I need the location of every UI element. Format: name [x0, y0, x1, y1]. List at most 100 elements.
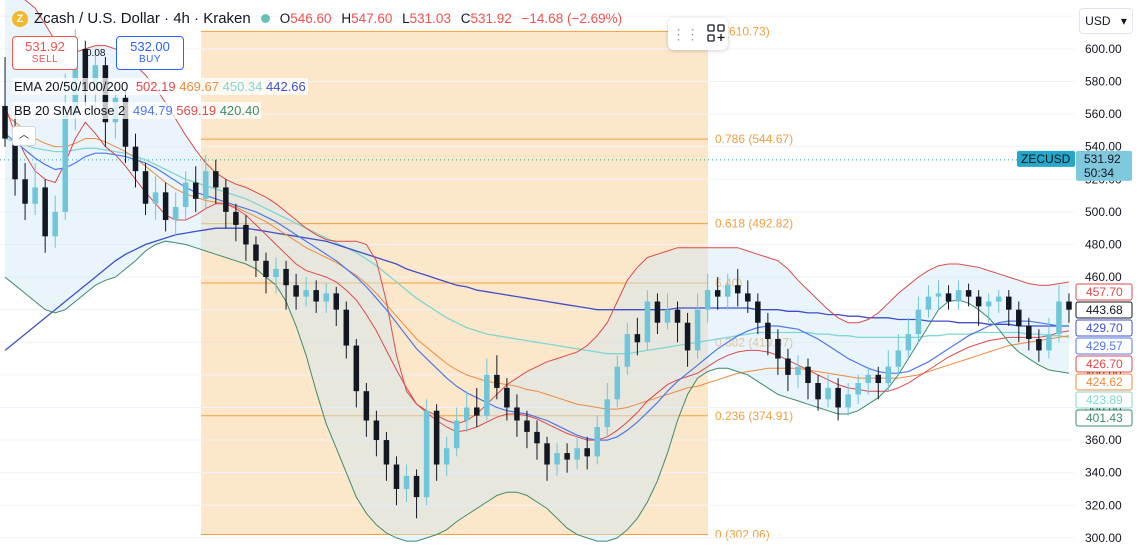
candle-body — [433, 410, 440, 465]
candle-body — [514, 407, 520, 421]
candle-body — [203, 171, 209, 199]
candle-body — [654, 301, 661, 323]
candle-body — [213, 171, 219, 188]
candle-body — [644, 301, 651, 343]
candle-body — [544, 443, 550, 465]
candle-body — [855, 383, 861, 395]
market-status-icon[interactable] — [260, 14, 270, 23]
candle-body — [664, 309, 671, 323]
candle-body — [534, 431, 540, 444]
candle-body — [684, 322, 691, 351]
price-tag-label: 424.62 — [1086, 375, 1123, 389]
price-tick-label: 360.00 — [1085, 433, 1122, 447]
change-readout: −14.68 (−2.69%) — [521, 11, 623, 26]
price-tick-label: 600.00 — [1085, 42, 1122, 56]
candle-body — [413, 475, 420, 498]
candle-body — [564, 453, 570, 460]
price-tag-label: 457.70 — [1086, 285, 1123, 299]
candle-body — [253, 244, 259, 261]
candle-body — [32, 187, 38, 204]
collapse-legend-button[interactable]: ︿ — [12, 126, 36, 146]
chevron-down-icon: ▾ — [1120, 14, 1127, 28]
candle-body — [674, 309, 681, 323]
floating-toolbar[interactable]: ⋮⋮ — [668, 18, 728, 50]
candle-body — [182, 182, 189, 207]
candle-body — [423, 410, 430, 498]
candle-body — [724, 285, 731, 297]
candle-body — [1036, 339, 1042, 351]
candle-body — [524, 420, 530, 432]
candle-body — [925, 296, 932, 310]
candle-body — [995, 296, 1002, 302]
candle-body — [22, 179, 28, 204]
candle-body — [152, 192, 159, 204]
candle-body — [293, 285, 299, 297]
price-tag-label: 429.70 — [1086, 321, 1123, 335]
candle-body — [815, 383, 821, 400]
price-tag-label: 426.70 — [1086, 357, 1123, 371]
candle-body — [233, 211, 239, 225]
candle-body — [634, 334, 641, 343]
candle-body — [323, 293, 329, 302]
countdown-label: 50:34 — [1084, 166, 1114, 180]
candle-body — [443, 448, 450, 465]
candle-body — [714, 290, 721, 297]
sell-button[interactable]: 531.92 SELL — [12, 36, 78, 70]
candle-body — [1056, 301, 1062, 335]
candle-body — [775, 339, 781, 359]
candle-body — [192, 182, 199, 199]
currency-select[interactable]: USD ▾ — [1079, 8, 1133, 34]
candle-body — [313, 290, 319, 302]
candle-body — [453, 420, 460, 449]
fib-level-label: 0.236 (374.91) — [715, 409, 793, 423]
candle-body — [1046, 334, 1052, 351]
candle-body — [1026, 325, 1032, 340]
bb-legend[interactable]: BB 20 SMA close 2 494.79 569.19 420.40 — [12, 102, 262, 119]
candle-body — [343, 309, 350, 346]
price-tick-label: 500.00 — [1085, 205, 1122, 219]
candle-body — [885, 366, 892, 384]
candle-body — [1066, 301, 1072, 310]
symbol-title[interactable]: Zcash / U.S. Dollar · 4h · Kraken — [34, 10, 251, 27]
candle-body — [765, 322, 771, 340]
zcash-logo-icon: Z — [12, 10, 28, 27]
candle-body — [463, 407, 470, 421]
candle-body — [42, 187, 48, 237]
candle-body — [825, 387, 831, 400]
candle-body — [283, 268, 289, 286]
price-tick-label: 480.00 — [1085, 237, 1122, 251]
price-tick-label: 300.00 — [1085, 531, 1122, 545]
price-tag-label: 401.43 — [1086, 411, 1123, 425]
candle-body — [975, 296, 982, 307]
candle-body — [474, 407, 480, 416]
spread-value: 0.08 — [86, 48, 106, 59]
candle-body — [755, 301, 761, 323]
candle-body — [62, 114, 69, 212]
candle-body — [363, 391, 370, 421]
candle-body — [965, 290, 972, 297]
candle-body — [795, 366, 801, 375]
drag-handle-icon[interactable]: ⋮⋮ — [672, 26, 700, 43]
candle-body — [805, 366, 811, 384]
candle-body — [865, 374, 871, 384]
candle-body — [734, 285, 741, 294]
candle-body — [132, 146, 139, 172]
candle-body — [303, 290, 309, 297]
price-tag-label: 443.68 — [1086, 303, 1123, 317]
candle-body — [263, 260, 269, 278]
ema-legend[interactable]: EMA 20/50/100/200 502.19 469.67 450.34 4… — [12, 78, 308, 95]
price-tick-label: 460.00 — [1085, 270, 1122, 284]
price-tick-label: 580.00 — [1085, 74, 1122, 88]
candle-body — [704, 290, 711, 310]
candle-body — [554, 453, 560, 465]
candle-body — [383, 440, 390, 465]
grid-add-icon[interactable] — [706, 23, 725, 45]
candle-body — [494, 374, 500, 388]
candle-body — [403, 475, 410, 489]
candle-body — [905, 334, 912, 351]
buy-button[interactable]: 532.00 BUY — [116, 36, 184, 70]
candle-body — [915, 309, 922, 335]
symbol-header: Z Zcash / U.S. Dollar · 4h · Kraken O546… — [12, 10, 628, 27]
candle-body — [162, 192, 169, 221]
candle-body — [333, 293, 340, 310]
